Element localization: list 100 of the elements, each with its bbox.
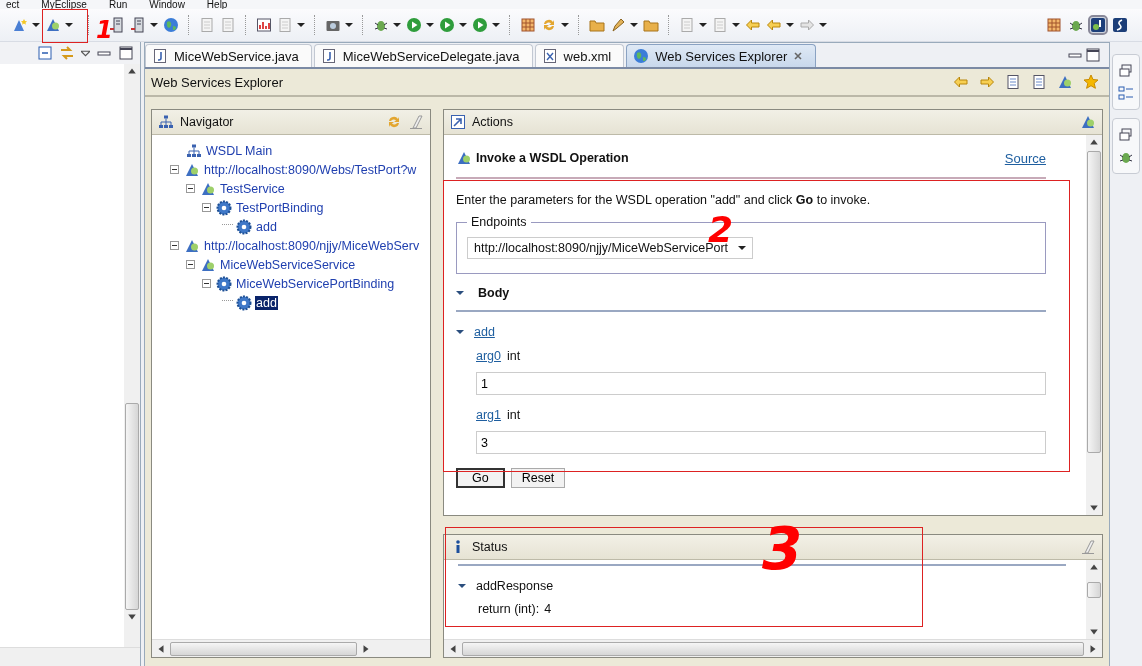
editor-tab[interactable]: Web Services Explorer: [626, 44, 817, 67]
document-icon[interactable]: [1031, 74, 1047, 90]
document-icon[interactable]: [1005, 74, 1021, 90]
chart-icon[interactable]: [256, 17, 272, 33]
globe-icon[interactable]: [163, 17, 179, 33]
horizontal-scrollbar[interactable]: [152, 639, 430, 657]
dropdown-arrow-icon[interactable]: [699, 21, 707, 29]
explorer-title: Web Services Explorer: [151, 74, 283, 90]
tree-item[interactable]: http://localhost:8090/njjy/MiceWebServ: [203, 238, 421, 253]
menu-item[interactable]: Window: [149, 0, 185, 9]
parameter-input[interactable]: 1: [476, 372, 1046, 395]
operation-link[interactable]: add: [474, 325, 495, 339]
scroll-thumb[interactable]: [170, 641, 357, 656]
tree-item[interactable]: MiceWebServiceService: [219, 257, 357, 272]
tree-expander-icon[interactable]: [170, 165, 179, 174]
restore-icon[interactable]: [1118, 127, 1134, 143]
vertical-scrollbar[interactable]: [1086, 560, 1102, 639]
parameter-link[interactable]: arg0: [476, 349, 502, 363]
arrow-left-icon[interactable]: [953, 74, 969, 90]
endpoints-label: Endpoints: [470, 215, 528, 229]
dropdown-arrow-icon[interactable]: [732, 21, 740, 29]
dropdown-arrow-icon[interactable]: [426, 21, 434, 29]
tree-expander-icon[interactable]: [202, 203, 211, 212]
result-label: return (int):: [478, 602, 540, 616]
server-icon[interactable]: [109, 17, 125, 33]
close-icon[interactable]: [793, 51, 804, 61]
scroll-thumb[interactable]: [1087, 151, 1101, 453]
server-icon[interactable]: [130, 17, 146, 33]
outline-icon[interactable]: [1118, 85, 1134, 101]
tree-expander-icon[interactable]: [186, 184, 195, 193]
brush-icon[interactable]: [610, 17, 626, 33]
grid-icon[interactable]: [520, 17, 536, 33]
annotation-box: [42, 9, 88, 43]
tree-item[interactable]: add: [255, 219, 278, 234]
globe-icon: [633, 48, 650, 64]
hierarchy-icon: [186, 142, 202, 159]
dropdown-arrow-icon[interactable]: [492, 21, 500, 29]
java-file-icon: [152, 48, 168, 64]
menu-item[interactable]: Run: [108, 0, 128, 9]
folder-icon[interactable]: [643, 17, 659, 33]
menu-item[interactable]: ect: [6, 0, 20, 9]
dropdown-arrow-icon[interactable]: [297, 21, 305, 29]
dropdown-arrow-icon[interactable]: [393, 21, 401, 29]
dropdown-arrow-icon[interactable]: [345, 21, 353, 29]
dropdown-arrow-icon[interactable]: [819, 21, 827, 29]
editor-tab[interactable]: web.xml: [534, 44, 625, 67]
dropdown-arrow-icon[interactable]: [786, 21, 794, 29]
maximize-icon[interactable]: [1085, 47, 1101, 63]
tree-expander-icon[interactable]: [170, 241, 179, 250]
dropdown-arrow-icon[interactable]: [65, 21, 73, 29]
gear-icon: [236, 294, 252, 311]
dropdown-arrow-icon[interactable]: [150, 21, 158, 29]
tree-item[interactable]: WSDL Main: [205, 143, 274, 158]
go-button[interactable]: Go: [456, 468, 505, 488]
grid-icon[interactable]: [1046, 17, 1062, 33]
tree-item[interactable]: http://localhost:8090/Webs/TestPort?w: [203, 162, 418, 177]
reset-button[interactable]: Reset: [510, 468, 566, 488]
scroll-thumb[interactable]: [1087, 582, 1101, 598]
horizontal-scrollbar[interactable]: [0, 647, 140, 666]
collapse-toggle-icon[interactable]: [458, 582, 466, 590]
maximize-icon[interactable]: [118, 45, 134, 61]
collapse-all-icon[interactable]: [37, 45, 53, 61]
restore-icon[interactable]: [1118, 63, 1134, 79]
result-value: 4: [544, 602, 552, 616]
pyramid-icon[interactable]: [45, 17, 61, 33]
collapse-toggle-icon[interactable]: [456, 328, 464, 336]
pyramid-icon[interactable]: [1080, 114, 1096, 130]
tree-item[interactable]: add: [255, 295, 278, 310]
hat-icon[interactable]: [12, 17, 28, 33]
gear-icon: [216, 275, 232, 292]
horizontal-scrollbar[interactable]: [444, 639, 1102, 657]
dropdown-arrow-icon[interactable]: [561, 21, 569, 29]
scroll-thumb[interactable]: [462, 641, 1084, 656]
dropdown-arrow-icon[interactable]: [459, 21, 467, 29]
editor-tab[interactable]: MiceWebServiceDelegate.java: [313, 44, 533, 67]
parameter-input[interactable]: 3: [476, 431, 1046, 454]
tree-expander-icon[interactable]: [202, 279, 211, 288]
view-menu-icon[interactable]: [81, 48, 90, 58]
panel-title: Actions: [472, 115, 513, 129]
collapse-toggle-icon[interactable]: [456, 289, 464, 297]
star-icon[interactable]: [1083, 74, 1099, 90]
vertical-scrollbar[interactable]: [124, 64, 140, 647]
parameter-link[interactable]: arg1: [476, 408, 502, 422]
dropdown-arrow-icon[interactable]: [32, 21, 40, 29]
tree-item[interactable]: TestService: [219, 181, 286, 196]
dropdown-arrow-icon[interactable]: [630, 21, 638, 29]
source-link[interactable]: Source: [1004, 150, 1046, 166]
perspective-icon[interactable]: [1090, 17, 1106, 33]
tree-expander-icon[interactable]: [186, 260, 195, 269]
scroll-thumb[interactable]: [125, 403, 139, 610]
tree-item[interactable]: MiceWebServicePortBinding: [235, 276, 396, 291]
folder-icon[interactable]: [589, 17, 605, 33]
arrow-left-icon[interactable]: [745, 17, 761, 33]
arrow-right-icon[interactable]: [979, 74, 995, 90]
script-icon[interactable]: [1112, 17, 1128, 33]
pyramid-icon[interactable]: [1057, 74, 1073, 90]
gear-icon: [236, 218, 252, 235]
vertical-scrollbar[interactable]: [1086, 135, 1102, 515]
tree-item[interactable]: TestPortBinding: [235, 200, 325, 215]
editor-tab[interactable]: MiceWebService.java: [145, 44, 312, 67]
